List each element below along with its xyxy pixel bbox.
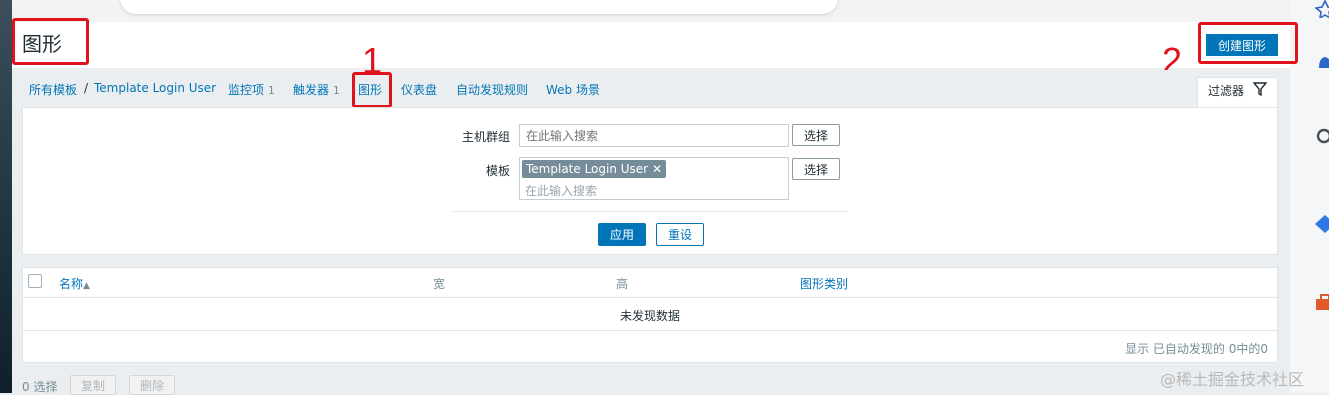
search-icon[interactable] xyxy=(1315,128,1329,146)
table-summary: 显示 已自动发现的 0中的0 xyxy=(1125,342,1268,356)
watermark: @稀土掘金技术社区 xyxy=(1160,370,1305,389)
bell-icon[interactable] xyxy=(1315,54,1329,72)
tab-items-label: 监控项 xyxy=(228,83,265,97)
filter-icon[interactable] xyxy=(1253,82,1267,96)
row-divider xyxy=(23,330,1277,331)
tab-web-scenarios[interactable]: Web 场景 xyxy=(546,81,600,98)
tab-items-count: 1 xyxy=(267,84,275,97)
column-graph-type[interactable]: 图形类别 xyxy=(800,275,848,292)
host-group-label: 主机群组 xyxy=(461,130,510,144)
breadcrumb-separator: / xyxy=(84,81,89,95)
annotation-box-title xyxy=(12,18,89,65)
column-height: 高 xyxy=(616,277,629,291)
page-header xyxy=(12,22,1290,68)
template-search-placeholder[interactable]: 在此输入搜索 xyxy=(525,182,597,199)
select-all-checkbox[interactable] xyxy=(28,274,42,288)
header-divider xyxy=(23,297,1277,298)
empty-message: 未发现数据 xyxy=(619,309,680,323)
browser-search-bar xyxy=(120,0,838,14)
host-group-input[interactable] xyxy=(519,124,789,147)
star-icon[interactable] xyxy=(1315,0,1329,18)
left-sidebar-strip xyxy=(0,0,12,393)
tab-discovery-rules[interactable]: 自动发现规则 xyxy=(456,81,528,98)
template-select-button[interactable]: 选择 xyxy=(792,158,840,180)
selected-count: 0 选择 xyxy=(22,380,58,394)
column-width: 宽 xyxy=(433,277,446,291)
annotation-number-1: 1 xyxy=(362,40,383,81)
template-tag-label: Template Login User xyxy=(526,162,649,176)
copy-button[interactable]: 复制 xyxy=(70,375,117,395)
filter-divider xyxy=(452,211,848,212)
breadcrumb-all-templates[interactable]: 所有模板 xyxy=(29,81,77,98)
delete-button[interactable]: 删除 xyxy=(129,375,176,395)
tab-dashboards[interactable]: 仪表盘 xyxy=(401,81,437,98)
breadcrumb-template-name[interactable]: Template Login User xyxy=(94,81,216,95)
reset-button[interactable]: 重设 xyxy=(656,223,704,246)
tag-remove-icon[interactable]: ✕ xyxy=(652,162,662,176)
filter-tab-label: 过滤器 xyxy=(1208,84,1245,98)
annotation-box-create xyxy=(1198,22,1298,64)
tab-items[interactable]: 监控项 1 xyxy=(228,81,275,98)
tab-triggers-label: 触发器 xyxy=(293,83,330,97)
toolbox-icon[interactable] xyxy=(1315,293,1329,311)
column-name-label: 名称 xyxy=(59,277,84,291)
column-name[interactable]: 名称▲ xyxy=(59,275,90,292)
tab-triggers[interactable]: 触发器 1 xyxy=(293,81,340,98)
sort-asc-icon: ▲ xyxy=(83,281,90,291)
template-label: 模板 xyxy=(485,164,510,178)
template-tag: Template Login User ✕ xyxy=(522,160,666,178)
tab-triggers-count: 1 xyxy=(332,84,340,97)
apply-button[interactable]: 应用 xyxy=(598,223,646,246)
diamond-icon[interactable] xyxy=(1315,215,1329,233)
host-group-select-button[interactable]: 选择 xyxy=(792,124,840,146)
